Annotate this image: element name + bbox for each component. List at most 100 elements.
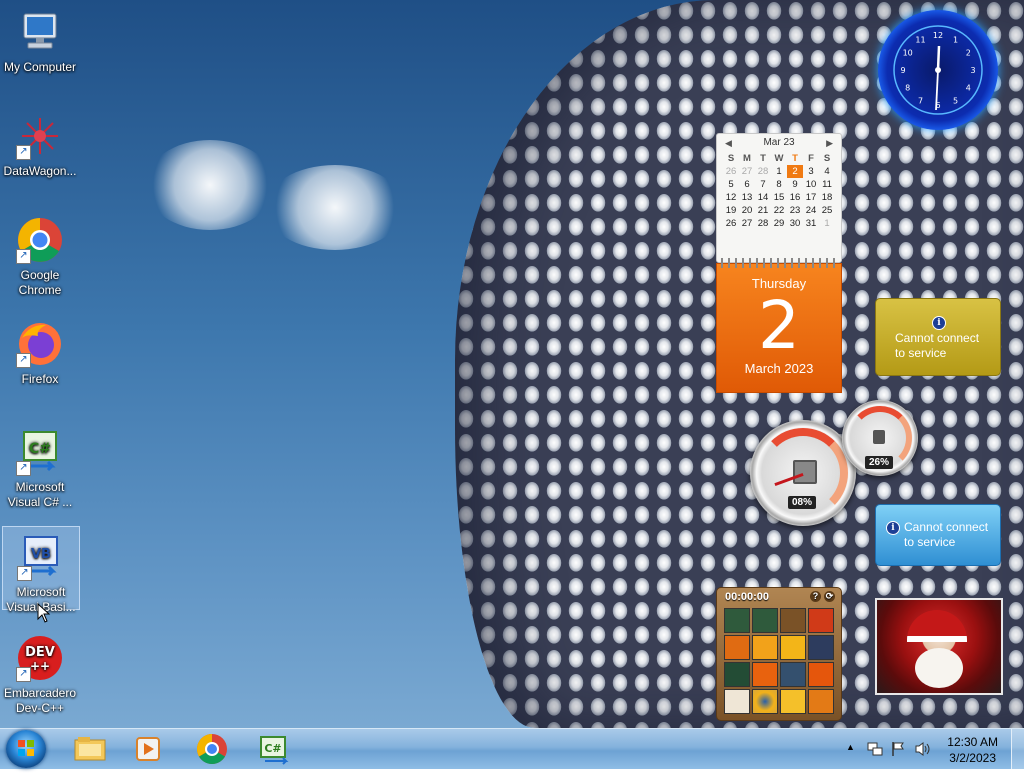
cloud-decoration: [145, 140, 275, 230]
slideshow-gadget[interactable]: [875, 598, 1003, 695]
calendar-weekday-header: M: [743, 153, 751, 164]
puzzle-scramble-icon[interactable]: ⟳: [824, 591, 835, 602]
puzzle-empty-slot[interactable]: [780, 608, 806, 633]
desktop-icon-my-computer[interactable]: My Computer: [2, 2, 78, 76]
svg-text:DEV: DEV: [25, 645, 55, 660]
calendar-grid: SMTWTFS 26 27 28 1 2 3 4 5 6 7 8 9 10 11 12 13 14 15 16 17 1…: [723, 152, 835, 230]
calendar-day-cell[interactable]: 1: [771, 165, 787, 178]
clock-number: 10: [903, 49, 913, 58]
weather-gadget-bottom[interactable]: i Cannot connect to service: [875, 504, 1001, 566]
calendar-day-cell[interactable]: 28: [755, 217, 771, 230]
puzzle-tile[interactable]: [808, 662, 834, 687]
desktop-icon-visual-csharp[interactable]: C# ↗ Microsoft Visual C# ...: [2, 422, 78, 509]
calendar-day-cell[interactable]: 31: [803, 217, 819, 230]
puzzle-tile[interactable]: [780, 689, 806, 714]
calendar-day-cell[interactable]: 27: [739, 217, 755, 230]
start-button[interactable]: [6, 730, 46, 768]
calendar-gadget[interactable]: ◀ Mar 23 ▶ SMTWTFS 26 27 28 1 2 3 4 5 6 7 8 9 10 11 12…: [716, 133, 842, 393]
volume-icon[interactable]: [914, 741, 932, 757]
calendar-day-cell[interactable]: 9: [787, 178, 803, 191]
calendar-day-cell[interactable]: 10: [803, 178, 819, 191]
calendar-day-cell[interactable]: 5: [723, 178, 739, 191]
puzzle-help-icon[interactable]: ?: [810, 591, 821, 602]
shortcut-arrow-icon: ↗: [16, 249, 31, 264]
calendar-weekday-header: S: [823, 153, 831, 164]
calendar-day-cell[interactable]: 20: [739, 204, 755, 217]
chrome-icon: ↗: [16, 216, 64, 264]
calendar-day-cell[interactable]: 7: [755, 178, 771, 191]
calendar-day-cell[interactable]: 11: [819, 178, 835, 191]
weather-gadget-top[interactable]: i Cannot connect to service: [875, 298, 1001, 376]
puzzle-tile[interactable]: [808, 635, 834, 660]
windows-logo-icon: [18, 740, 34, 756]
calendar-day-cell[interactable]: 19: [723, 204, 739, 217]
puzzle-tile[interactable]: [724, 608, 750, 633]
calendar-day-cell[interactable]: 24: [803, 204, 819, 217]
previous-month-icon[interactable]: ◀: [725, 134, 732, 152]
taskbar-button-media-player[interactable]: [122, 730, 174, 768]
puzzle-tile[interactable]: [724, 662, 750, 687]
desktop-icon-google-chrome[interactable]: ↗ Google Chrome: [2, 210, 78, 298]
puzzle-tile[interactable]: [752, 608, 778, 633]
calendar-day-cell[interactable]: 28: [755, 165, 771, 178]
puzzle-tile[interactable]: [724, 689, 750, 714]
network-icon[interactable]: [867, 741, 883, 757]
calendar-day-cell[interactable]: 29: [771, 217, 787, 230]
desktop-icon-firefox[interactable]: ↗ Firefox: [2, 314, 78, 388]
action-center-flag-icon[interactable]: [890, 741, 906, 757]
puzzle-tile[interactable]: [808, 608, 834, 633]
clock-number: 12: [933, 31, 943, 40]
calendar-day-cell[interactable]: 25: [819, 204, 835, 217]
calendar-day-page: Thursday 2 March 2023: [716, 258, 842, 393]
puzzle-tile[interactable]: [752, 635, 778, 660]
memory-gauge: 26%: [842, 400, 918, 476]
calendar-day-cell[interactable]: 16: [787, 191, 803, 204]
calendar-day-cell[interactable]: 12: [723, 191, 739, 204]
calendar-day-cell[interactable]: 17: [803, 191, 819, 204]
puzzle-tile[interactable]: [780, 662, 806, 687]
desktop-icon-devcpp[interactable]: DEV ++ ↗ Embarcadero Dev-C++: [2, 628, 78, 715]
desktop-icon-datawagon[interactable]: ↗ DataWagon...: [2, 106, 78, 180]
puzzle-tile[interactable]: [752, 689, 778, 714]
svg-text:C#: C#: [264, 742, 281, 755]
calendar-day-cell[interactable]: 30: [787, 217, 803, 230]
taskbar-button-chrome[interactable]: [186, 730, 238, 768]
clock-hour-hand: [936, 45, 941, 71]
desktop-icon-visual-basic[interactable]: VB ↗ Microsoft Visual Basi...: [2, 526, 80, 614]
picture-puzzle-gadget[interactable]: 00:00:00 ? ⟳: [716, 587, 842, 721]
calendar-day-cell[interactable]: 1: [819, 217, 835, 230]
calendar-day-cell[interactable]: 21: [755, 204, 771, 217]
puzzle-tile[interactable]: [808, 689, 834, 714]
calendar-day-cell[interactable]: 26: [723, 165, 739, 178]
windows-explorer-icon: [74, 737, 106, 761]
calendar-day-cell[interactable]: 6: [739, 178, 755, 191]
clock-gadget[interactable]: 12 1 2 3 4 5 6 7 8 9 10 11: [878, 10, 998, 130]
firefox-icon: ↗: [16, 320, 64, 368]
puzzle-tile[interactable]: [752, 662, 778, 687]
show-desktop-button[interactable]: [1011, 729, 1024, 769]
next-month-icon[interactable]: ▶: [826, 134, 833, 152]
calendar-day-cell[interactable]: 18: [819, 191, 835, 204]
calendar-day-cell[interactable]: 26: [723, 217, 739, 230]
puzzle-tile[interactable]: [724, 635, 750, 660]
calendar-day-cell[interactable]: 14: [755, 191, 771, 204]
calendar-day-cell[interactable]: 15: [771, 191, 787, 204]
calendar-day-cell[interactable]: 23: [787, 204, 803, 217]
calendar-day-cell[interactable]: 2: [787, 165, 803, 178]
calendar-day-cell[interactable]: 22: [771, 204, 787, 217]
puzzle-board[interactable]: [724, 608, 834, 714]
taskbar-button-visual-csharp[interactable]: C#: [248, 730, 300, 768]
calendar-day-cell[interactable]: 8: [771, 178, 787, 191]
clock-number: 5: [953, 96, 958, 105]
calendar-day-cell[interactable]: 27: [739, 165, 755, 178]
taskbar-clock[interactable]: 12:30 AM 3/2/2023: [947, 734, 998, 766]
calendar-day-cell[interactable]: 3: [803, 165, 819, 178]
calendar-day-cell[interactable]: 13: [739, 191, 755, 204]
taskbar-button-explorer[interactable]: [64, 730, 116, 768]
slideshow-picture: [907, 610, 967, 642]
shortcut-arrow-icon: ↗: [16, 145, 31, 160]
show-hidden-icons-icon[interactable]: ▲: [846, 742, 855, 752]
clock-number: 8: [905, 84, 910, 93]
calendar-day-cell[interactable]: 4: [819, 165, 835, 178]
puzzle-tile[interactable]: [780, 635, 806, 660]
